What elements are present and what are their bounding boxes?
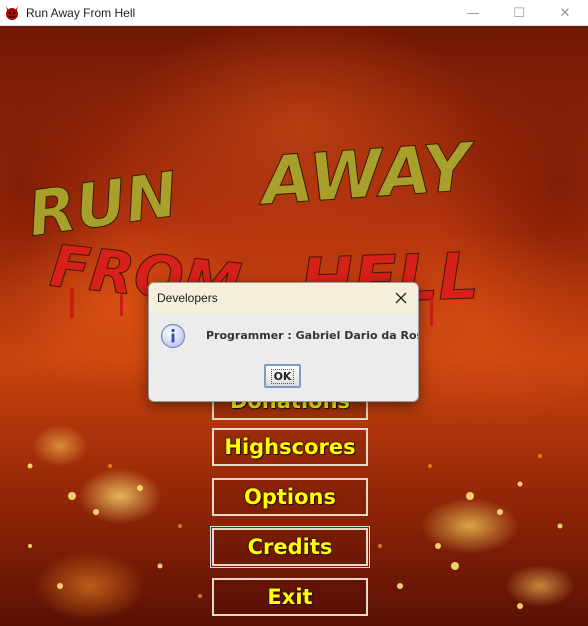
- dialog-title: Developers: [157, 291, 218, 305]
- exit-button[interactable]: Exit: [212, 578, 368, 616]
- info-icon: [160, 323, 186, 349]
- close-icon: [395, 292, 407, 304]
- ok-button-label: OK: [270, 368, 295, 384]
- dialog-message: Programmer : Gabriel Dario da Rosa: [206, 329, 419, 342]
- window-title: Run Away From Hell: [26, 5, 136, 20]
- credits-button[interactable]: Credits: [210, 526, 370, 568]
- minimize-button[interactable]: —: [450, 0, 496, 26]
- dialog-titlebar: Developers: [149, 283, 418, 313]
- window-titlebar: Run Away From Hell — ☐ ✕: [0, 0, 588, 26]
- dialog-body: Programmer : Gabriel Dario da Rosa OK: [149, 313, 418, 401]
- dialog-close-button[interactable]: [392, 289, 410, 307]
- logo-word-away: AWAY: [254, 128, 479, 220]
- options-button[interactable]: Options: [212, 478, 368, 516]
- close-window-button[interactable]: ✕: [542, 0, 588, 26]
- developers-dialog: Developers Programmer : Gabriel Dario da…: [148, 282, 419, 402]
- maximize-button[interactable]: ☐: [496, 0, 542, 26]
- highscores-button[interactable]: Highscores: [212, 428, 368, 466]
- devil-icon: [6, 5, 18, 20]
- ok-button[interactable]: OK: [264, 364, 301, 388]
